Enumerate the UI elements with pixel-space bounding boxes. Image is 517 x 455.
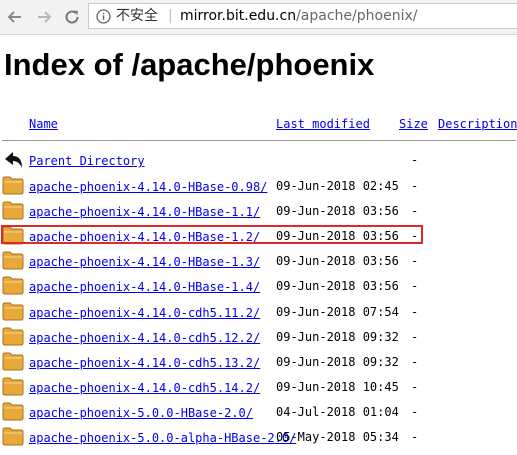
directory-link[interactable]: apache-phoenix-5.0.0-HBase-2.0/ (29, 406, 253, 420)
directory-link[interactable]: apache-phoenix-4.14.0-HBase-1.4/ (29, 280, 260, 294)
directory-link[interactable]: apache-phoenix-4.14.0-HBase-0.98/ (29, 180, 267, 194)
size: - (411, 179, 419, 193)
column-header-size[interactable]: Size (399, 117, 428, 131)
directory-row: apache-phoenix-4.14.0-cdh5.11.2/09-Jun-2… (0, 301, 517, 326)
directory-row: apache-phoenix-4.14.0-cdh5.13.2/09-Jun-2… (0, 351, 517, 376)
parent-directory-size: - (411, 153, 419, 167)
last-modified: 09-Jun-2018 07:54 (276, 305, 399, 319)
size: - (411, 330, 419, 344)
folder-icon (2, 427, 24, 446)
folder-icon (2, 251, 24, 270)
last-modified: 09-Jun-2018 03:56 (276, 204, 399, 218)
parent-directory-link[interactable]: Parent Directory (29, 154, 145, 168)
size: - (411, 355, 419, 369)
forward-arrow-icon (38, 11, 52, 23)
size: - (411, 405, 419, 419)
last-modified: 09-Jun-2018 09:32 (276, 355, 399, 369)
last-modified: 09-Jun-2018 10:45 (276, 380, 399, 394)
size: - (411, 204, 419, 218)
directory-row: apache-phoenix-4.14.0-HBase-0.98/09-Jun-… (0, 175, 517, 200)
url-text[interactable]: mirror.bit.edu.cn/apache/phoenix/ (180, 4, 417, 28)
folder-icon (2, 377, 24, 396)
folder-icon (2, 327, 24, 346)
size: - (411, 430, 419, 444)
folder-icon (2, 302, 24, 321)
url-path: /apache/phoenix/ (296, 8, 418, 24)
directory-row: apache-phoenix-5.0.0-HBase-2.0/04-Jul-20… (0, 401, 517, 426)
last-modified: 09-Jun-2018 02:45 (276, 179, 399, 193)
folder-icon (2, 352, 24, 371)
last-modified: 05-May-2018 05:34 (276, 430, 399, 444)
address-separator: | (168, 8, 173, 24)
directory-link[interactable]: apache-phoenix-5.0.0-alpha-HBase-2.0/ (29, 431, 296, 445)
last-modified: 09-Jun-2018 03:56 (276, 254, 399, 268)
last-modified: 04-Jul-2018 01:04 (276, 405, 399, 419)
header-divider (2, 140, 516, 141)
security-label[interactable]: 不安全 (116, 4, 158, 28)
back-arrow-icon (7, 11, 21, 23)
directory-link[interactable]: apache-phoenix-4.14.0-HBase-1.3/ (29, 255, 260, 269)
reload-icon (65, 10, 79, 24)
directory-link[interactable]: apache-phoenix-4.14.0-cdh5.11.2/ (29, 306, 260, 320)
size: - (411, 279, 419, 293)
url-host: mirror.bit.edu.cn (180, 8, 297, 24)
directory-link[interactable]: apache-phoenix-4.14.0-cdh5.12.2/ (29, 331, 260, 345)
directory-link[interactable]: apache-phoenix-4.14.0-HBase-1.1/ (29, 205, 260, 219)
parent-directory-row: Parent Directory - (0, 149, 517, 174)
back-button[interactable] (5, 7, 25, 27)
last-modified: 09-Jun-2018 03:56 (276, 279, 399, 293)
directory-row: apache-phoenix-4.14.0-HBase-1.3/09-Jun-2… (0, 250, 517, 275)
column-header-last-modified[interactable]: Last modified (276, 117, 370, 131)
highlight-box (1, 225, 423, 244)
folder-icon (2, 276, 24, 295)
directory-row: apache-phoenix-4.14.0-HBase-1.1/09-Jun-2… (0, 200, 517, 225)
folder-icon (2, 402, 24, 421)
parent-directory-icon (5, 152, 22, 168)
column-header-description[interactable]: Description (438, 117, 517, 131)
directory-link[interactable]: apache-phoenix-4.14.0-cdh5.14.2/ (29, 381, 260, 395)
folder-icon (2, 176, 24, 195)
size: - (411, 380, 419, 394)
directory-link[interactable]: apache-phoenix-4.14.0-cdh5.13.2/ (29, 356, 260, 370)
directory-row: apache-phoenix-4.14.0-cdh5.12.2/09-Jun-2… (0, 326, 517, 351)
size: - (411, 305, 419, 319)
info-icon[interactable] (96, 9, 111, 24)
directory-row: apache-phoenix-5.0.0-alpha-HBase-2.0/05-… (0, 426, 517, 451)
size: - (411, 254, 419, 268)
directory-row: apache-phoenix-4.14.0-cdh5.14.2/09-Jun-2… (0, 376, 517, 401)
column-header-name[interactable]: Name (29, 117, 58, 131)
browser-toolbar: 不安全 | mirror.bit.edu.cn/apache/phoenix/ (0, 0, 517, 35)
folder-icon (2, 201, 24, 220)
address-bar[interactable]: 不安全 | mirror.bit.edu.cn/apache/phoenix/ (88, 3, 517, 29)
last-modified: 09-Jun-2018 09:32 (276, 330, 399, 344)
page-title: Index of /apache/phoenix (4, 47, 375, 82)
directory-row: apache-phoenix-4.14.0-HBase-1.4/09-Jun-2… (0, 275, 517, 300)
reload-button[interactable] (62, 7, 82, 27)
forward-button[interactable] (34, 7, 54, 27)
